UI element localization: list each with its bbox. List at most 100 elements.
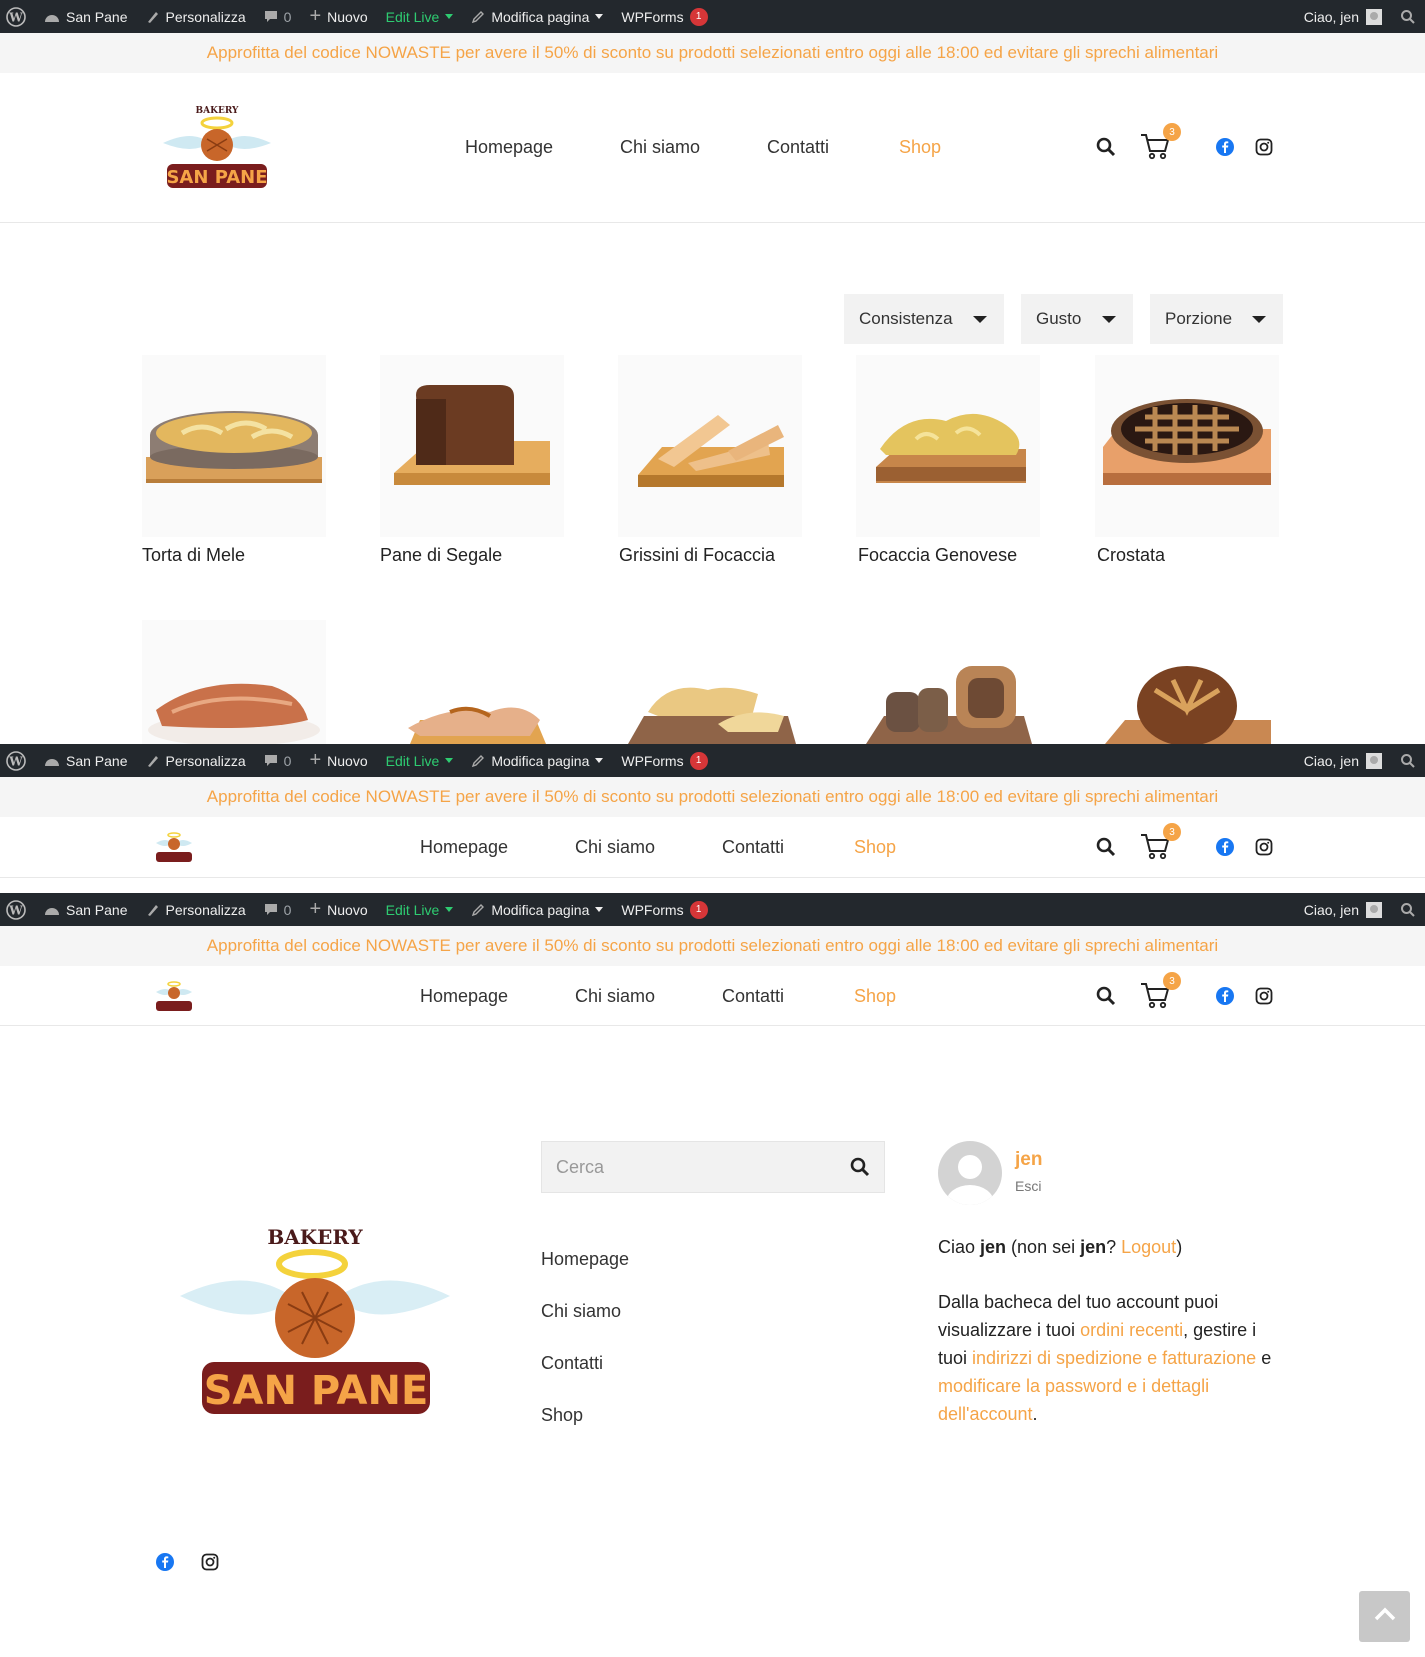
footer-link-chi-siamo[interactable]: Chi siamo (541, 1301, 621, 1322)
dashboard-icon (44, 903, 60, 917)
admin-search-icon[interactable] (1391, 893, 1425, 926)
footer-link-contatti[interactable]: Contatti (541, 1353, 603, 1374)
nav-homepage[interactable]: Homepage (465, 137, 553, 158)
facebook-icon[interactable] (1216, 138, 1234, 161)
chevron-down-icon (1102, 316, 1116, 323)
wordpress-logo-icon[interactable]: W (0, 893, 35, 926)
admin-site-link[interactable]: San Pane (35, 893, 137, 926)
instagram-icon[interactable] (1255, 138, 1273, 161)
admin-new-link[interactable]: + Nuovo (300, 0, 376, 33)
admin-customize-link[interactable]: Personalizza (137, 0, 255, 33)
search-icon[interactable] (850, 1157, 870, 1182)
admin-edit-live[interactable]: Edit Live (377, 893, 463, 926)
account-details-link[interactable]: modificare la password e i dettagli dell… (938, 1376, 1209, 1424)
product-image[interactable] (856, 620, 1040, 744)
product-name[interactable]: Crostata (1097, 545, 1165, 566)
admin-edit-live[interactable]: Edit Live (377, 744, 463, 777)
admin-account-menu[interactable]: Ciao, jen (1295, 893, 1391, 926)
instagram-icon[interactable] (1255, 838, 1273, 861)
admin-wpforms[interactable]: WPForms 1 (612, 744, 716, 777)
admin-edit-page[interactable]: Modifica pagina (462, 893, 612, 926)
nav-shop[interactable]: Shop (854, 837, 896, 858)
filter-porzione[interactable]: Porzione (1150, 294, 1283, 344)
admin-comments-link[interactable]: 0 (255, 893, 301, 926)
nav-chi-siamo[interactable]: Chi siamo (620, 137, 700, 158)
footer-logo[interactable]: BAKERY SAN PANE (176, 1212, 454, 1418)
chevron-down-icon (445, 14, 454, 19)
site-logo[interactable]: BAKERY SAN PANE (153, 99, 281, 197)
admin-comments-link[interactable]: 0 (255, 0, 301, 33)
admin-edit-page[interactable]: Modifica pagina (462, 0, 612, 33)
logout-link[interactable]: Esci (1015, 1178, 1041, 1194)
admin-comments-link[interactable]: 0 (255, 744, 301, 777)
nav-homepage[interactable]: Homepage (420, 986, 508, 1007)
product-name[interactable]: Grissini di Focaccia (619, 545, 775, 566)
site-logo-small[interactable] (152, 829, 196, 865)
footer-instagram-icon[interactable] (201, 1553, 219, 1576)
admin-search-icon[interactable] (1391, 0, 1425, 33)
product-name[interactable]: Torta di Mele (142, 545, 245, 566)
admin-wpforms[interactable]: WPForms 1 (612, 893, 716, 926)
product-image[interactable] (380, 620, 564, 744)
product-name[interactable]: Pane di Segale (380, 545, 502, 566)
admin-account-menu[interactable]: Ciao, jen (1295, 744, 1391, 777)
addresses-link[interactable]: indirizzi di spedizione e fatturazione (972, 1348, 1256, 1368)
admin-new-link[interactable]: + Nuovo (300, 893, 376, 926)
facebook-icon[interactable] (1216, 838, 1234, 861)
admin-site-link[interactable]: San Pane (35, 744, 137, 777)
dashboard-icon (44, 754, 60, 768)
nav-homepage[interactable]: Homepage (420, 837, 508, 858)
back-to-top-button[interactable] (1359, 1591, 1410, 1642)
footer-search-input[interactable]: Cerca (541, 1141, 885, 1193)
product-image[interactable] (618, 620, 802, 744)
nav-shop[interactable]: Shop (899, 137, 941, 158)
product-image[interactable] (142, 620, 326, 744)
site-logo-small[interactable] (152, 978, 196, 1014)
search-icon[interactable] (1096, 137, 1116, 162)
brush-icon (146, 10, 160, 24)
greeting-username: jen (980, 1237, 1007, 1257)
footer-facebook-icon[interactable] (156, 1553, 174, 1576)
product-name[interactable]: Focaccia Genovese (858, 545, 1017, 566)
filter-gusto[interactable]: Gusto (1021, 294, 1133, 344)
admin-account-menu[interactable]: Ciao, jen (1295, 0, 1391, 33)
nav-chi-siamo[interactable]: Chi siamo (575, 986, 655, 1007)
nav-shop[interactable]: Shop (854, 986, 896, 1007)
nav-chi-siamo[interactable]: Chi siamo (575, 837, 655, 858)
instagram-icon[interactable] (1255, 987, 1273, 1010)
product-image[interactable] (1095, 620, 1279, 744)
admin-search-icon[interactable] (1391, 744, 1425, 777)
account-logout-link[interactable]: Logout (1121, 1237, 1176, 1257)
wordpress-logo-icon[interactable]: W (0, 744, 35, 777)
nav-contatti[interactable]: Contatti (722, 986, 784, 1007)
product-image-grissini-di-focaccia[interactable] (618, 355, 802, 537)
greeting-text: ? (1106, 1237, 1122, 1257)
wordpress-logo-icon[interactable]: W (0, 0, 35, 33)
admin-bar: W San Pane Personalizza 0 + Nuovo Edit L… (0, 0, 1425, 33)
product-image-torta-di-mele[interactable] (142, 355, 326, 537)
product-image-crostata[interactable] (1095, 355, 1279, 537)
admin-site-link[interactable]: San Pane (35, 0, 137, 33)
product-image-focaccia-genovese[interactable] (856, 355, 1040, 537)
search-icon[interactable] (1096, 986, 1116, 1011)
admin-wpforms[interactable]: WPForms 1 (612, 0, 716, 33)
admin-comments-count: 0 (283, 752, 292, 769)
filter-consistenza[interactable]: Consistenza (844, 294, 1004, 344)
nav-contatti[interactable]: Contatti (767, 137, 829, 158)
admin-customize-link[interactable]: Personalizza (137, 744, 255, 777)
user-name[interactable]: jen (1015, 1149, 1042, 1171)
facebook-icon[interactable] (1216, 987, 1234, 1010)
admin-wpforms-label: WPForms (621, 901, 684, 918)
promo-banner: Approfitta del codice NOWASTE per avere … (0, 33, 1425, 73)
admin-customize-link[interactable]: Personalizza (137, 893, 255, 926)
nav-contatti[interactable]: Contatti (722, 837, 784, 858)
admin-edit-page[interactable]: Modifica pagina (462, 744, 612, 777)
admin-edit-live[interactable]: Edit Live (377, 0, 463, 33)
chevron-down-icon (595, 758, 604, 763)
footer-link-homepage[interactable]: Homepage (541, 1249, 629, 1270)
product-image-pane-di-segale[interactable] (380, 355, 564, 537)
admin-new-link[interactable]: + Nuovo (300, 744, 376, 777)
search-icon[interactable] (1096, 837, 1116, 862)
orders-link[interactable]: ordini recenti (1080, 1320, 1183, 1340)
footer-link-shop[interactable]: Shop (541, 1405, 583, 1426)
